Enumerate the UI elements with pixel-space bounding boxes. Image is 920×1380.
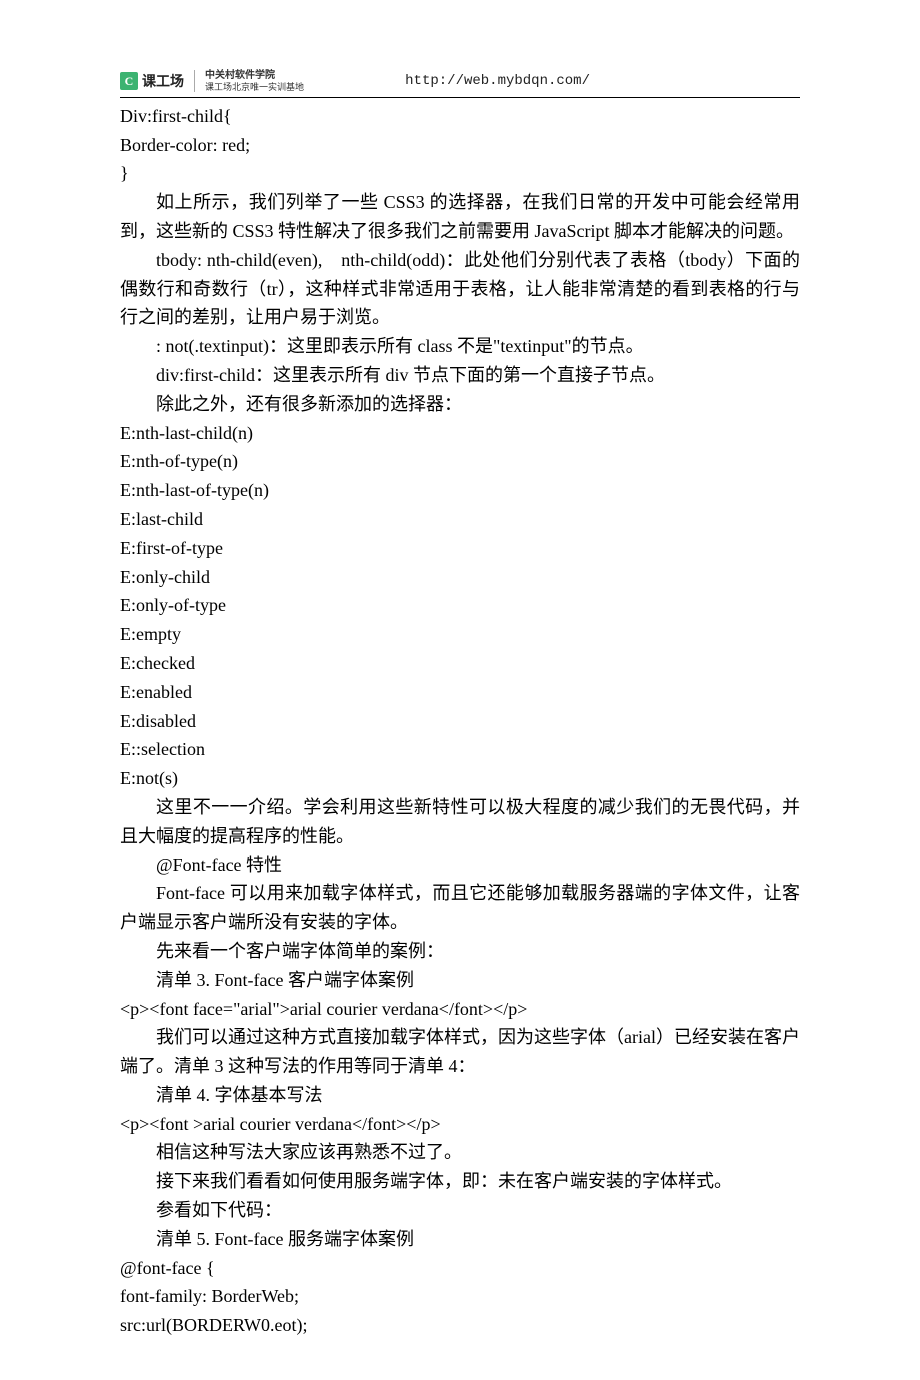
header-divider (120, 97, 800, 98)
selector-item: E:not(s) (120, 764, 800, 793)
paragraph: 接下来我们看看如何使用服务端字体，即：未在客户端安装的字体样式。 (120, 1167, 800, 1196)
selector-item: E:nth-last-child(n) (120, 419, 800, 448)
paragraph: 清单 3. Font-face 客户端字体案例 (120, 966, 800, 995)
paragraph: @Font-face 特性 (120, 851, 800, 880)
paragraph: 清单 4. 字体基本写法 (120, 1081, 800, 1110)
code-line: src:url(BORDERW0.eot); (120, 1311, 800, 1340)
logo-separator (194, 70, 195, 92)
paragraph: Font-face 可以用来加载字体样式，而且它还能够加载服务器端的字体文件，让… (120, 879, 800, 937)
selector-item: E:only-child (120, 563, 800, 592)
paragraph: 先来看一个客户端字体简单的案例： (120, 937, 800, 966)
selector-item: E:checked (120, 649, 800, 678)
selector-item: E:nth-last-of-type(n) (120, 476, 800, 505)
selector-item: E::selection (120, 735, 800, 764)
selector-item: E:only-of-type (120, 591, 800, 620)
tagline-line1: 中关村软件学院 (205, 70, 304, 82)
selector-item: E:last-child (120, 505, 800, 534)
paragraph: 参看如下代码： (120, 1196, 800, 1225)
selector-item: E:nth-of-type(n) (120, 447, 800, 476)
logo-text: 课工场 (142, 70, 184, 92)
paragraph: : not(.textinput)：这里即表示所有 class 不是"texti… (120, 332, 800, 361)
page-header: C 课工场 中关村软件学院 课工场北京唯一实训基地 http://web.myb… (120, 70, 800, 93)
selector-item: E:empty (120, 620, 800, 649)
selector-item: E:disabled (120, 707, 800, 736)
code-line: <p><font face="arial">arial courier verd… (120, 995, 800, 1024)
logo-block: C 课工场 中关村软件学院 课工场北京唯一实训基地 (120, 70, 304, 93)
selector-item: E:first-of-type (120, 534, 800, 563)
code-line: @font-face { (120, 1254, 800, 1283)
code-line: Div:first-child{ (120, 102, 800, 131)
paragraph: 清单 5. Font-face 服务端字体案例 (120, 1225, 800, 1254)
paragraph: 相信这种写法大家应该再熟悉不过了。 (120, 1138, 800, 1167)
document-page: C 课工场 中关村软件学院 课工场北京唯一实训基地 http://web.myb… (0, 0, 920, 1380)
paragraph: 这里不一一介绍。学会利用这些新特性可以极大程度的减少我们的无畏代码，并且大幅度的… (120, 793, 800, 851)
code-line: Border-color: red; (120, 131, 800, 160)
paragraph: 除此之外，还有很多新添加的选择器： (120, 390, 800, 419)
header-url: http://web.mybdqn.com/ (304, 70, 800, 92)
tagline-line2: 课工场北京唯一实训基地 (205, 82, 304, 93)
logo-icon: C (120, 72, 138, 90)
paragraph: 我们可以通过这种方式直接加载字体样式，因为这些字体（arial）已经安装在客户端… (120, 1023, 800, 1081)
logo-tagline: 中关村软件学院 课工场北京唯一实训基地 (205, 70, 304, 93)
paragraph: div:first-child：这里表示所有 div 节点下面的第一个直接子节点… (120, 361, 800, 390)
code-line: <p><font >arial courier verdana</font></… (120, 1110, 800, 1139)
code-line: } (120, 159, 800, 188)
paragraph: tbody: nth-child(even), nth-child(odd)：此… (120, 246, 800, 332)
code-line: font-family: BorderWeb; (120, 1282, 800, 1311)
paragraph: 如上所示，我们列举了一些 CSS3 的选择器，在我们日常的开发中可能会经常用到，… (120, 188, 800, 246)
selector-item: E:enabled (120, 678, 800, 707)
body-content: Div:first-child{ Border-color: red; } 如上… (120, 102, 800, 1340)
